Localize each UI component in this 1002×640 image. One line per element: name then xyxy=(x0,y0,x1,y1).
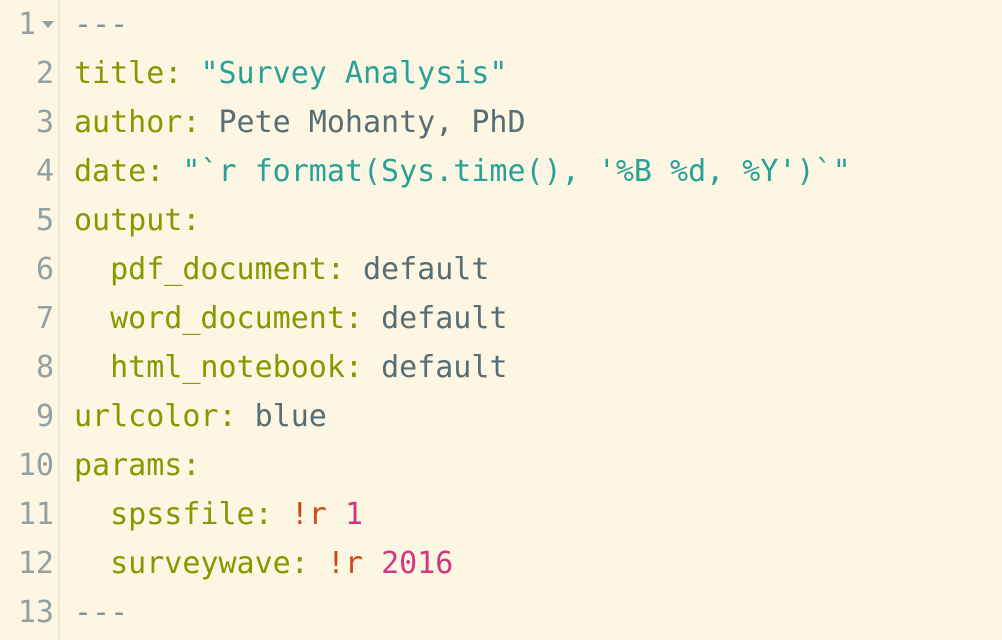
code-token: surveywave: xyxy=(110,539,309,588)
line-number: 2 xyxy=(0,49,54,98)
code-token: Pete Mohanty, PhD xyxy=(219,98,526,147)
line-number: 13 xyxy=(0,588,54,637)
code-token xyxy=(309,539,327,588)
code-token xyxy=(74,343,110,392)
code-token xyxy=(345,245,363,294)
code-token: blue xyxy=(255,392,327,441)
line-number-text: 6 xyxy=(36,245,54,294)
code-token: !r xyxy=(327,539,363,588)
code-token: --- xyxy=(74,0,128,49)
code-token xyxy=(363,294,381,343)
code-token: default xyxy=(363,245,489,294)
code-line[interactable]: author: Pete Mohanty, PhD xyxy=(74,98,1002,147)
line-number-text: 9 xyxy=(36,392,54,441)
code-token xyxy=(363,539,381,588)
code-token xyxy=(327,490,345,539)
line-number-text: 5 xyxy=(36,196,54,245)
line-number-text: 8 xyxy=(36,343,54,392)
code-token: spssfile: xyxy=(110,490,273,539)
code-token: pdf_document: xyxy=(110,245,345,294)
line-number: 1 xyxy=(0,0,54,49)
line-number-text: 12 xyxy=(18,539,54,588)
code-token: "`r format(Sys.time(), '%B %d, %Y')`" xyxy=(182,147,850,196)
code-token xyxy=(74,539,110,588)
line-number-text: 4 xyxy=(36,147,54,196)
code-token xyxy=(74,490,110,539)
code-token xyxy=(74,294,110,343)
code-token: author: xyxy=(74,98,200,147)
code-line[interactable]: pdf_document: default xyxy=(74,245,1002,294)
code-token: --- xyxy=(74,588,128,637)
code-token: 1 xyxy=(345,490,363,539)
code-token: params: xyxy=(74,441,200,490)
code-token xyxy=(182,49,200,98)
code-token: 2016 xyxy=(381,539,453,588)
code-line[interactable]: html_notebook: default xyxy=(74,343,1002,392)
code-line[interactable]: urlcolor: blue xyxy=(74,392,1002,441)
fold-triangle-icon[interactable] xyxy=(42,21,54,28)
line-number-gutter: 12345678910111213 xyxy=(0,0,60,640)
line-number: 7 xyxy=(0,294,54,343)
code-token xyxy=(164,147,182,196)
code-line[interactable]: --- xyxy=(74,588,1002,637)
code-token xyxy=(200,98,218,147)
line-number: 11 xyxy=(0,490,54,539)
line-number: 6 xyxy=(0,245,54,294)
line-number-text: 10 xyxy=(18,441,54,490)
code-line[interactable]: output: xyxy=(74,196,1002,245)
line-number-text: 13 xyxy=(18,588,54,637)
line-number-text: 11 xyxy=(18,490,54,539)
line-number: 12 xyxy=(0,539,54,588)
code-token: html_notebook: xyxy=(110,343,363,392)
line-number-text: 7 xyxy=(36,294,54,343)
code-token xyxy=(237,392,255,441)
code-token: title: xyxy=(74,49,182,98)
code-line[interactable]: surveywave: !r 2016 xyxy=(74,539,1002,588)
line-number: 5 xyxy=(0,196,54,245)
code-editor[interactable]: 12345678910111213 ---title: "Survey Anal… xyxy=(0,0,1002,640)
line-number: 4 xyxy=(0,147,54,196)
code-line[interactable]: --- xyxy=(74,0,1002,49)
code-token: output: xyxy=(74,196,200,245)
line-number: 9 xyxy=(0,392,54,441)
line-number: 10 xyxy=(0,441,54,490)
line-number: 8 xyxy=(0,343,54,392)
code-token xyxy=(273,490,291,539)
code-token: word_document: xyxy=(110,294,363,343)
code-line[interactable]: date: "`r format(Sys.time(), '%B %d, %Y'… xyxy=(74,147,1002,196)
code-token xyxy=(363,343,381,392)
code-token: urlcolor: xyxy=(74,392,237,441)
code-token: "Survey Analysis" xyxy=(200,49,507,98)
code-area[interactable]: ---title: "Survey Analysis"author: Pete … xyxy=(60,0,1002,640)
line-number: 3 xyxy=(0,98,54,147)
code-token: default xyxy=(381,294,507,343)
line-number-text: 3 xyxy=(36,98,54,147)
code-token: date: xyxy=(74,147,164,196)
code-line[interactable]: word_document: default xyxy=(74,294,1002,343)
code-line[interactable]: params: xyxy=(74,441,1002,490)
code-token: default xyxy=(381,343,507,392)
code-line[interactable]: spssfile: !r 1 xyxy=(74,490,1002,539)
code-token: !r xyxy=(291,490,327,539)
code-line[interactable]: title: "Survey Analysis" xyxy=(74,49,1002,98)
code-token xyxy=(74,245,110,294)
line-number-text: 1 xyxy=(18,0,36,49)
line-number-text: 2 xyxy=(36,49,54,98)
